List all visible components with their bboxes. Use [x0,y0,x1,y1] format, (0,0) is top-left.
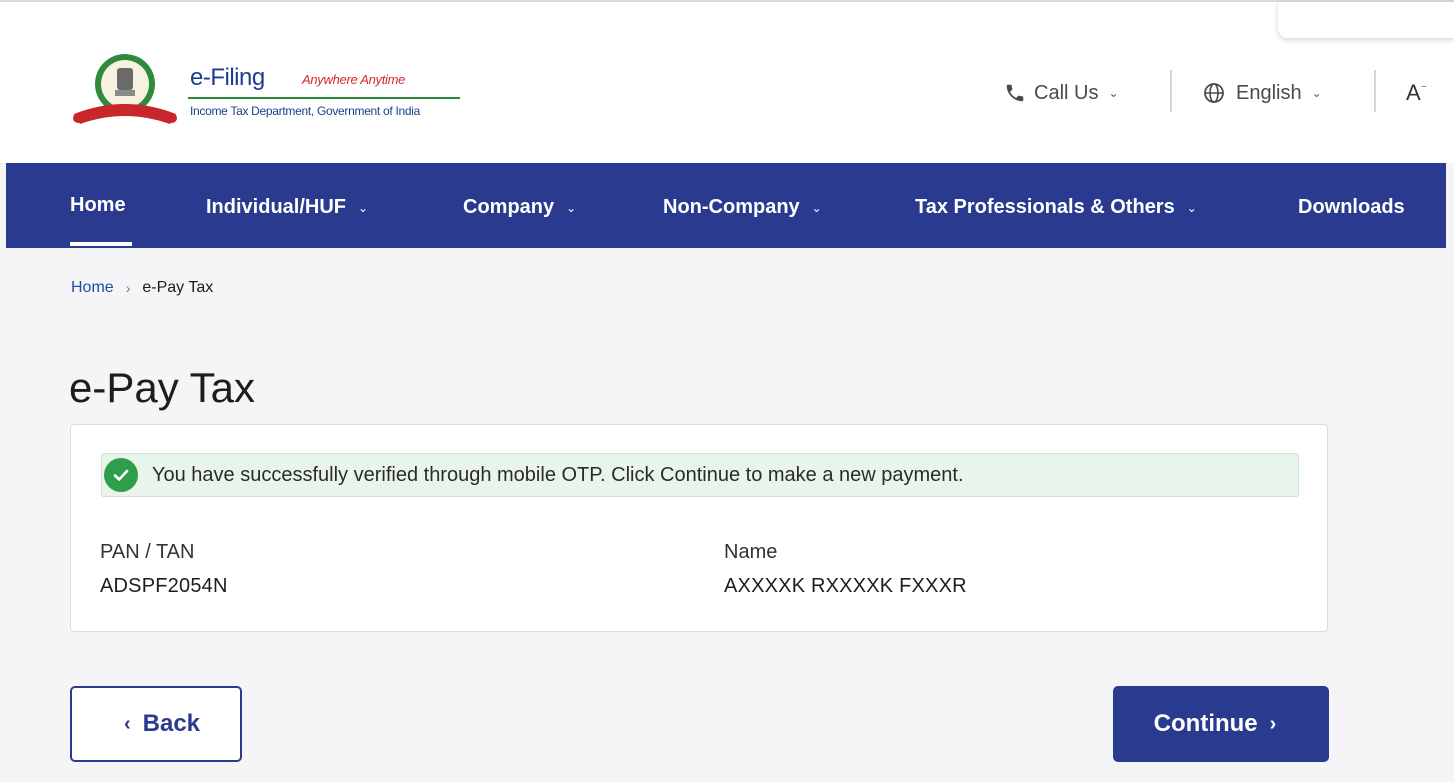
nav-item-tax-professionals[interactable]: Tax Professionals & Others ⌄ [915,196,1197,219]
pan-tan-value: ADSPF2054N [100,575,228,597]
chevron-down-icon: ⌄ [1108,86,1119,100]
pan-tan-label: PAN / TAN [100,541,195,563]
nav-active-indicator [70,242,132,246]
breadcrumb: Home › e-Pay Tax [71,279,213,297]
continue-button-label: Continue [1153,710,1258,737]
chevron-left-icon: ‹ [123,712,131,735]
chevron-right-icon: › [1269,712,1277,735]
verification-card: You have successfully verified through m… [70,424,1328,632]
logo-subtitle: Income Tax Department, Government of Ind… [190,104,420,118]
nav-item-label: Company [463,196,555,218]
page-title: e-Pay Tax [69,364,255,411]
language-label: English [1236,81,1302,104]
call-us-label: Call Us [1034,81,1099,104]
globe-icon [1204,83,1224,103]
chevron-down-icon: ⌄ [566,200,577,215]
breadcrumb-home-link[interactable]: Home [71,279,114,297]
header-divider [1170,70,1172,112]
text-size-icon: A [1406,80,1421,105]
income-tax-emblem-icon [73,54,177,124]
nav-item-label: Tax Professionals & Others [915,196,1175,218]
nav-item-label: Individual/HUF [206,196,346,218]
nav-item-home[interactable]: Home [70,194,126,217]
nav-item-non-company[interactable]: Non-Company ⌄ [663,196,822,219]
nav-item-label: Non-Company [663,196,800,218]
nav-item-company[interactable]: Company ⌄ [463,196,576,219]
nav-item-label: Downloads [1298,196,1405,218]
logo-title: e-Filing [190,64,265,91]
chevron-down-icon: ⌄ [811,200,822,215]
back-button-label: Back [142,710,201,737]
efiling-logo[interactable]: e-Filing Anywhere Anytime Income Tax Dep… [70,50,480,130]
back-button[interactable]: ‹ Back [70,686,242,762]
text-size-button[interactable]: A ⁻ [1406,78,1427,108]
nav-item-downloads[interactable]: Downloads [1298,196,1405,219]
header-divider [1374,70,1376,112]
continue-button[interactable]: Continue › [1113,686,1329,762]
header: e-Filing Anywhere Anytime Income Tax Dep… [0,0,1454,163]
logo-tagline: Anywhere Anytime [302,72,406,87]
nav-item-label: Home [70,194,126,216]
name-value: AXXXXK RXXXXK FXXXR [724,575,967,597]
chevron-down-icon: ⌄ [1186,200,1197,215]
logo-underline [188,97,460,99]
nav-item-individual-huf[interactable]: Individual/HUF ⌄ [206,196,368,219]
chevron-down-icon: ⌄ [1311,86,1322,100]
main-nav: Home Individual/HUF ⌄ Company ⌄ Non-Comp… [6,163,1446,248]
success-message: You have successfully verified through m… [152,463,964,486]
breadcrumb-current: e-Pay Tax [142,279,214,296]
chevron-right-icon: › [125,280,131,296]
phone-icon [1006,84,1024,102]
dropdown-panel-edge [1278,2,1454,38]
call-us-dropdown[interactable]: Call Us ⌄ [1004,78,1119,108]
text-size-superscript-icon: ⁻ [1420,81,1428,95]
chevron-down-icon: ⌄ [358,200,369,215]
name-label: Name [724,541,778,563]
check-circle-icon [104,458,138,492]
success-alert: You have successfully verified through m… [101,453,1299,497]
language-dropdown[interactable]: English ⌄ [1202,78,1322,108]
